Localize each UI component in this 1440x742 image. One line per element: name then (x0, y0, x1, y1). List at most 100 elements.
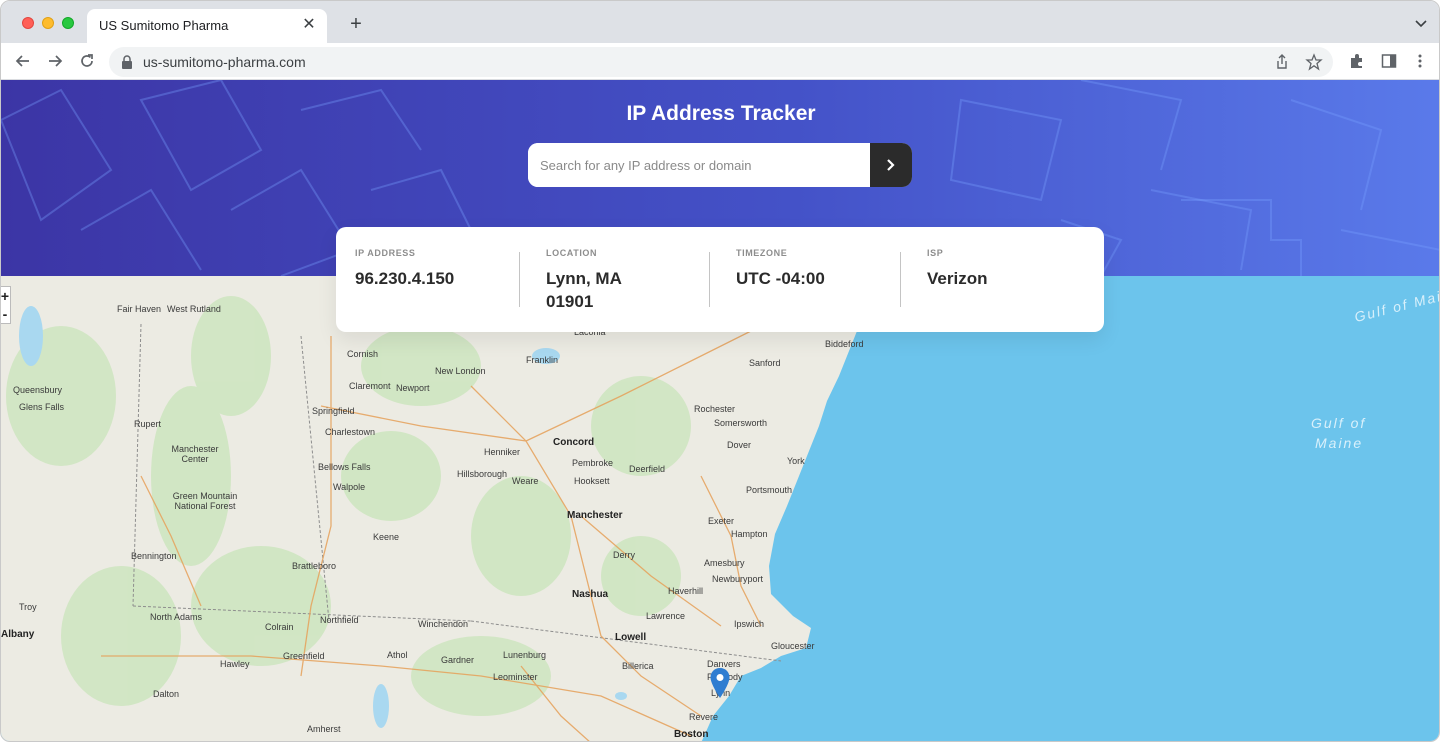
map-place: Billerica (622, 661, 654, 671)
active-tab[interactable]: US Sumitomo Pharma ✕ (87, 9, 327, 43)
map-place: Newport (396, 383, 430, 393)
search-input[interactable] (528, 143, 870, 187)
sea-label: Gulf of Maine (1352, 283, 1440, 325)
map-place: Hampton (731, 529, 768, 539)
minimize-window-button[interactable] (42, 17, 54, 29)
forward-icon[interactable] (45, 51, 65, 71)
zoom-control: + - (1, 286, 11, 324)
map-place: York (787, 456, 805, 466)
share-icon[interactable] (1273, 53, 1291, 71)
map-place: Derry (613, 550, 635, 560)
isp-value: Verizon (927, 269, 988, 288)
page-title: IP Address Tracker (626, 102, 816, 125)
map-place: Exeter (708, 516, 735, 526)
map-place: Ipswich (734, 619, 765, 629)
map-place: Rupert (134, 419, 162, 429)
map-place: Athol (387, 650, 408, 660)
more-menu-icon[interactable] (1411, 52, 1429, 70)
map-place: Troy (19, 602, 37, 612)
map-place: Pembroke (572, 458, 614, 468)
map-place: Northfield (320, 615, 359, 625)
close-tab-icon[interactable]: ✕ (299, 15, 319, 35)
map-place: Weare (512, 476, 539, 486)
map-place: Manchester (567, 510, 623, 521)
chevron-down-icon[interactable] (1413, 15, 1429, 31)
map-place: Deerfield (629, 464, 666, 474)
map-place: Rochester (694, 404, 736, 414)
map-place: Hawley (220, 659, 250, 669)
map-place: West Rutland (167, 304, 221, 314)
map-place: Leominster (493, 672, 538, 682)
sea-label: Gulf of (1311, 415, 1367, 431)
map-place: Brattleboro (292, 561, 337, 571)
browser-toolbar: us-sumitomo-pharma.com (1, 43, 1439, 80)
tab-title: US Sumitomo Pharma (99, 18, 229, 33)
maximize-window-button[interactable] (62, 17, 74, 29)
map-place: Dalton (153, 689, 180, 699)
map-place: Charlestown (325, 427, 376, 437)
bookmark-star-icon[interactable] (1305, 53, 1323, 71)
map-place: Gloucester (771, 641, 815, 651)
extensions-icon[interactable] (1348, 52, 1366, 70)
map-place: Boston (674, 729, 709, 740)
location-label: LOCATION (546, 248, 598, 258)
location-cell: LOCATION Lynn, MA 01901 (546, 227, 711, 332)
map-place: Bellows Falls (318, 462, 371, 472)
map-place: Colrain (265, 622, 294, 632)
new-tab-icon[interactable]: + (345, 13, 367, 35)
map-place: Portsmouth (746, 485, 793, 495)
map-place: Winchendon (418, 619, 469, 629)
search-submit-button[interactable] (870, 143, 912, 187)
close-window-button[interactable] (22, 17, 34, 29)
map[interactable]: + - Gulf of Maine Gulf of Maine Fair Hav… (1, 276, 1440, 741)
map-place: Gardner (441, 655, 475, 665)
map-place: Lunenburg (503, 650, 547, 660)
map-place: Hillsborough (457, 469, 508, 479)
zoom-in-button[interactable]: + (1, 287, 10, 305)
map-place: Newburyport (712, 574, 764, 584)
side-panel-icon[interactable] (1380, 52, 1398, 70)
ip-address-value: 96.230.4.150 (355, 269, 455, 288)
address-bar[interactable]: us-sumitomo-pharma.com (109, 47, 1333, 77)
card-divider (519, 252, 520, 307)
chevron-right-icon (887, 159, 895, 171)
map-place: Nashua (572, 589, 609, 600)
map-place: Lowell (615, 632, 647, 643)
tab-strip: US Sumitomo Pharma ✕ + (1, 1, 1439, 43)
card-divider (709, 252, 710, 307)
map-place: Franklin (526, 355, 559, 365)
map-place: Henniker (484, 447, 521, 457)
map-place: Albany (1, 629, 35, 640)
ip-address-label: IP ADDRESS (355, 248, 416, 258)
map-place: Biddeford (825, 339, 864, 349)
map-place: Manchester Center (171, 444, 219, 464)
map-place: Lawrence (646, 611, 686, 621)
location-value: Lynn, MA 01901 (546, 269, 622, 311)
map-place: Cornish (347, 349, 379, 359)
lock-icon (122, 55, 132, 69)
sea-label: Maine (1315, 435, 1364, 451)
map-place: Amesbury (704, 558, 745, 568)
map-place: Springfield (312, 406, 355, 416)
map-place: New London (435, 366, 486, 376)
map-place: Sanford (749, 358, 781, 368)
timezone-label: TIMEZONE (736, 248, 788, 258)
location-pin-icon[interactable] (710, 668, 730, 698)
timezone-cell: TIMEZONE UTC -04:00 (736, 227, 901, 332)
map-place: Glens Falls (19, 402, 65, 412)
ip-address-cell: IP ADDRESS 96.230.4.150 (355, 227, 520, 332)
ip-info-card: IP ADDRESS 96.230.4.150 LOCATION Lynn, M… (336, 227, 1104, 332)
search-bar (528, 143, 912, 187)
url-text: us-sumitomo-pharma.com (143, 54, 306, 70)
zoom-out-button[interactable]: - (1, 305, 10, 323)
map-place: Fair Haven (117, 304, 162, 314)
card-divider (900, 252, 901, 307)
browser-window: US Sumitomo Pharma ✕ + us-sumitomo-pharm… (0, 0, 1440, 742)
back-icon[interactable] (13, 51, 33, 71)
map-place: Dover (727, 440, 752, 450)
timezone-value: UTC -04:00 (736, 269, 825, 288)
reload-icon[interactable] (77, 51, 97, 71)
map-place: Amherst (307, 724, 341, 734)
map-place: Queensbury (13, 385, 63, 395)
map-place: Concord (553, 437, 595, 448)
